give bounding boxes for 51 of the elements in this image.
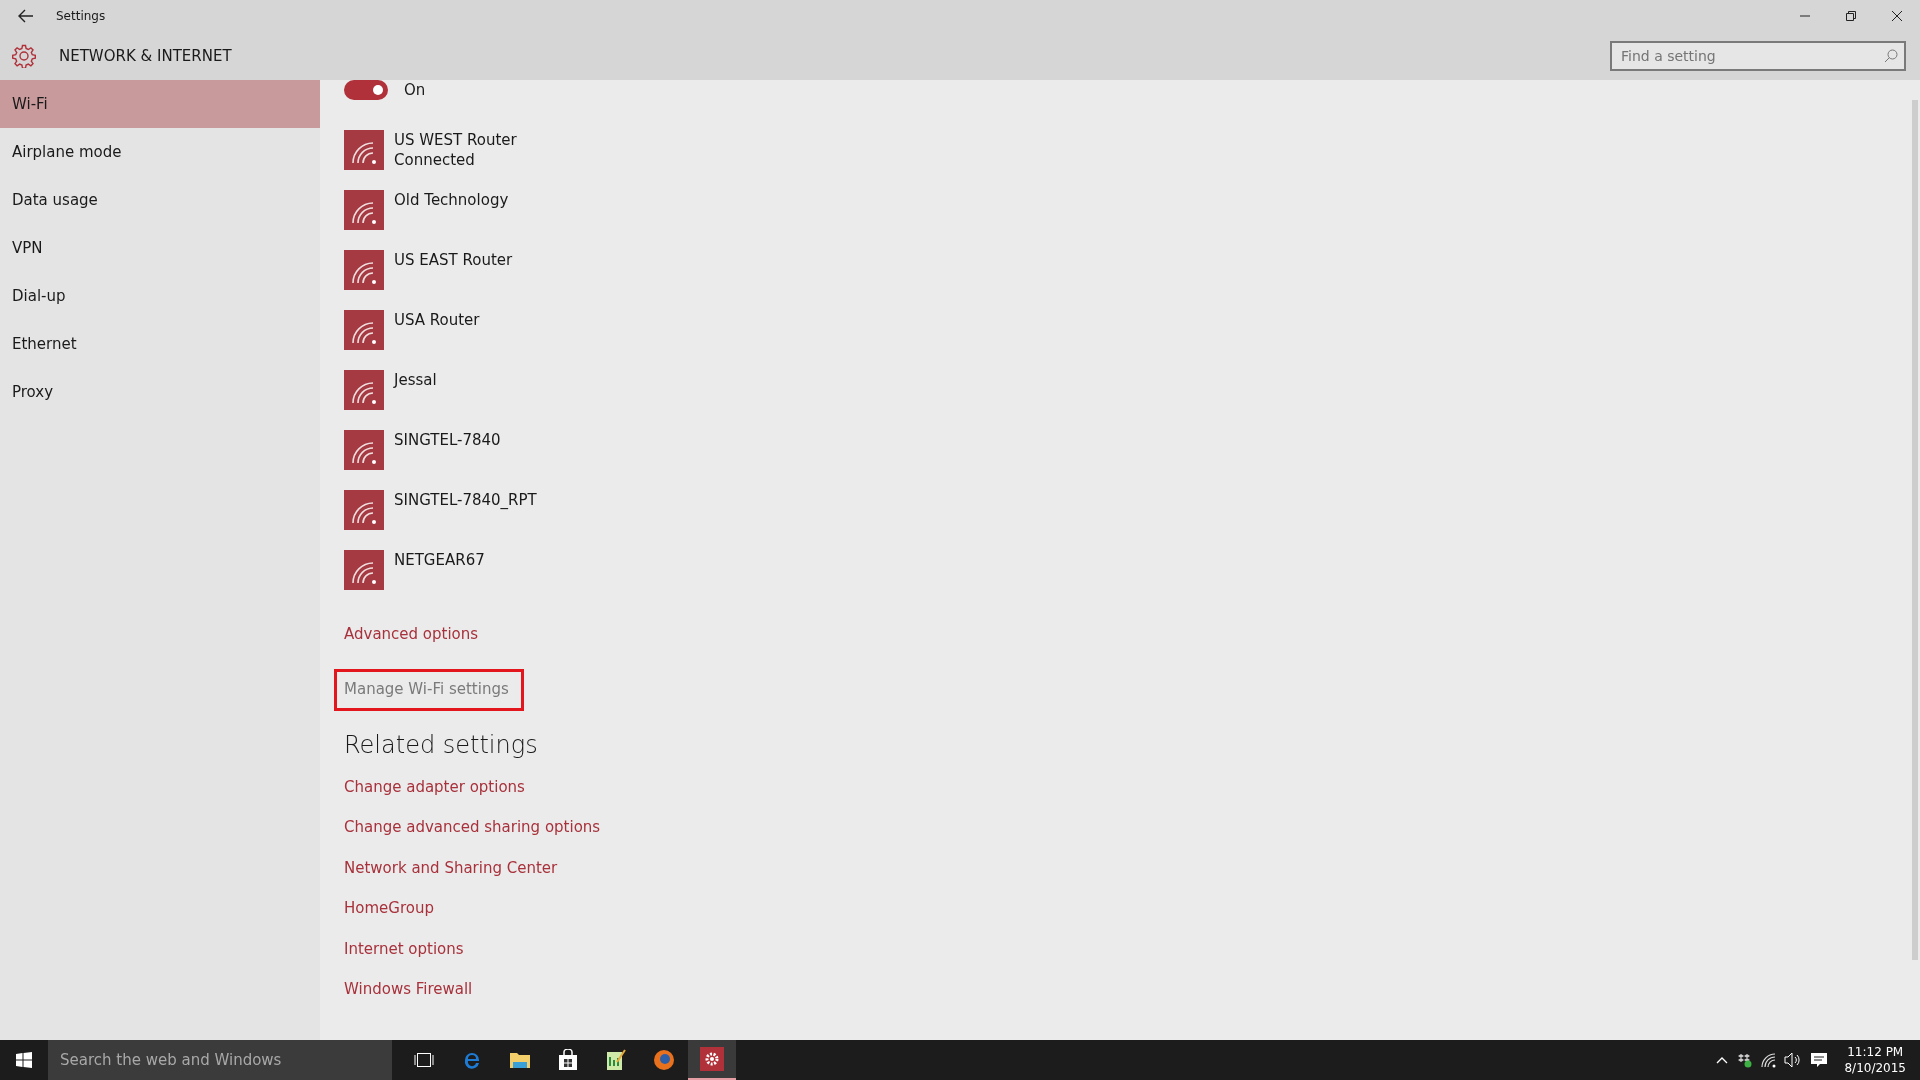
sidebar-item[interactable]: Wi-Fi xyxy=(0,80,320,128)
related-settings-link[interactable]: Change advanced sharing options xyxy=(344,816,601,839)
network-name: Jessal xyxy=(394,370,437,390)
task-view-icon xyxy=(414,1052,434,1068)
settings-link[interactable]: Advanced options xyxy=(344,625,479,643)
wifi-status-icon[interactable] xyxy=(1760,1052,1777,1068)
related-settings-link[interactable]: Network and Sharing Center xyxy=(344,856,558,880)
network-name: USA Router xyxy=(394,310,480,330)
notepad-icon xyxy=(605,1049,627,1071)
taskbar-search-field[interactable]: Search the web and Windows xyxy=(48,1040,392,1080)
toggle-label: On xyxy=(404,79,426,101)
windows-logo-icon xyxy=(16,1052,32,1068)
clock-time[interactable]: 11:12 PM xyxy=(1847,1044,1904,1060)
related-settings-link[interactable]: HomeGroup xyxy=(344,897,434,920)
sync-status-icon[interactable] xyxy=(1736,1052,1753,1068)
search-icon xyxy=(1884,49,1898,63)
notification-icon[interactable] xyxy=(1810,1051,1829,1069)
connection-status: Connected xyxy=(394,150,476,170)
wifi-toggle[interactable] xyxy=(344,80,388,100)
fox-globe-icon xyxy=(653,1049,675,1071)
settings-taskbar-button[interactable] xyxy=(688,1040,736,1080)
gear-icon xyxy=(12,44,36,68)
settings-icon xyxy=(700,1047,724,1071)
clock-date[interactable]: 8/10/2015 xyxy=(1844,1060,1906,1076)
network-name: NETGEAR67 xyxy=(394,550,485,570)
shopping-bag-icon xyxy=(558,1049,578,1071)
sidebar-item[interactable]: VPN xyxy=(0,224,320,272)
section-heading: Related settings xyxy=(344,731,539,760)
network-name: SINGTEL-7840_RPT xyxy=(394,490,537,510)
page-title: NETWORK & INTERNET xyxy=(59,45,232,67)
sidebar-item[interactable]: Ethernet xyxy=(0,320,320,368)
chevron-up-icon[interactable] xyxy=(1716,1056,1729,1064)
sidebar-item[interactable]: Airplane mode xyxy=(0,128,320,176)
sidebar-item[interactable]: Dial-up xyxy=(0,272,320,320)
related-settings-link[interactable]: Change adapter options xyxy=(344,775,525,799)
network-name: US EAST Router xyxy=(394,250,513,270)
speaker-icon[interactable] xyxy=(1784,1052,1803,1068)
restore-icon xyxy=(1846,11,1856,21)
network-name: US WEST Router xyxy=(394,130,517,150)
folder-icon xyxy=(509,1051,531,1069)
window-title: Settings xyxy=(56,8,106,25)
related-settings-link[interactable]: Internet options xyxy=(344,937,464,961)
scrollbar[interactable] xyxy=(1912,100,1918,960)
related-settings-link[interactable]: Windows Firewall xyxy=(344,978,473,1001)
close-icon xyxy=(1892,11,1902,21)
network-name: SINGTEL-7840 xyxy=(394,430,501,450)
sidebar-item[interactable]: Data usage xyxy=(0,176,320,224)
sidebar-item[interactable]: Proxy xyxy=(0,368,320,416)
search-field[interactable]: Find a setting xyxy=(1610,41,1906,71)
network-name: Old Technology xyxy=(394,190,509,210)
back-arrow-icon[interactable] xyxy=(18,9,34,23)
